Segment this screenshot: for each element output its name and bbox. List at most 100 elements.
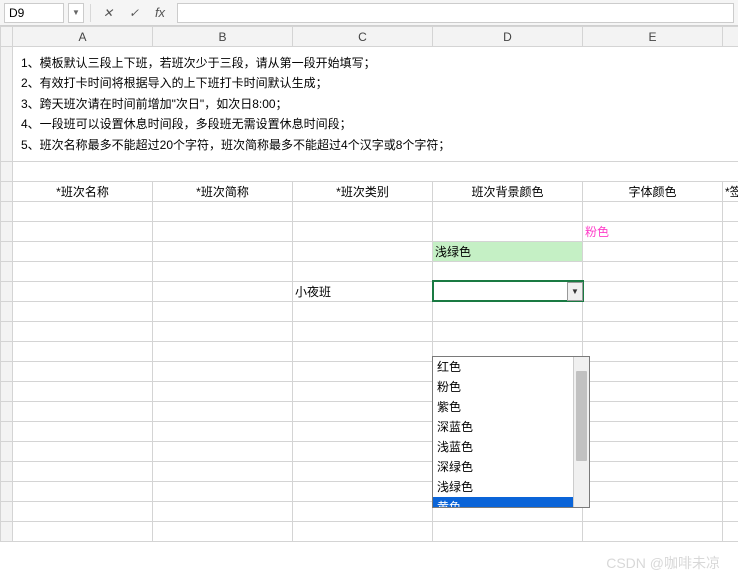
formula-bar[interactable] bbox=[177, 3, 734, 23]
cell[interactable] bbox=[583, 281, 723, 301]
column-header-a[interactable]: A bbox=[13, 27, 153, 47]
row-header[interactable] bbox=[1, 201, 13, 221]
cell[interactable] bbox=[153, 281, 293, 301]
cell[interactable] bbox=[583, 361, 723, 381]
column-header-f[interactable] bbox=[723, 27, 738, 47]
cell[interactable]: 粉色 bbox=[583, 221, 723, 241]
cell[interactable] bbox=[293, 321, 433, 341]
column-header-c[interactable]: C bbox=[293, 27, 433, 47]
row-header[interactable] bbox=[1, 161, 13, 181]
cell[interactable] bbox=[583, 201, 723, 221]
cell[interactable] bbox=[13, 441, 153, 461]
cell[interactable] bbox=[153, 481, 293, 501]
column-header-b[interactable]: B bbox=[153, 27, 293, 47]
dropdown-item[interactable]: 深蓝色 bbox=[433, 417, 573, 437]
row-header[interactable] bbox=[1, 321, 13, 341]
cell[interactable] bbox=[583, 321, 723, 341]
cell[interactable]: 浅绿色 bbox=[433, 241, 583, 261]
row-header[interactable] bbox=[1, 361, 13, 381]
cell[interactable] bbox=[153, 301, 293, 321]
dropdown-item[interactable]: 深绿色 bbox=[433, 457, 573, 477]
row-header[interactable] bbox=[1, 181, 13, 201]
cell[interactable] bbox=[293, 401, 433, 421]
notes-area[interactable]: 1、模板默认三段上下班，若班次少于三段，请从第一段开始填写； 2、有效打卡时间将… bbox=[13, 47, 738, 162]
row-header[interactable] bbox=[1, 521, 13, 541]
dropdown-item[interactable]: 黄色 bbox=[433, 497, 573, 507]
cell[interactable] bbox=[293, 341, 433, 361]
cell[interactable] bbox=[293, 381, 433, 401]
cell[interactable] bbox=[13, 481, 153, 501]
cell[interactable] bbox=[153, 401, 293, 421]
table-header-fontcolor[interactable]: 字体颜色 bbox=[583, 181, 723, 201]
cell[interactable] bbox=[153, 461, 293, 481]
cell[interactable] bbox=[153, 501, 293, 521]
cell[interactable] bbox=[723, 481, 738, 501]
row-header[interactable] bbox=[1, 281, 13, 301]
cell[interactable] bbox=[153, 241, 293, 261]
row-header[interactable] bbox=[1, 301, 13, 321]
cell[interactable] bbox=[723, 381, 738, 401]
cell[interactable] bbox=[723, 421, 738, 441]
cell[interactable] bbox=[13, 381, 153, 401]
cell[interactable] bbox=[293, 201, 433, 221]
row-header[interactable] bbox=[1, 481, 13, 501]
cell[interactable] bbox=[153, 321, 293, 341]
cell[interactable] bbox=[723, 341, 738, 361]
cell[interactable] bbox=[583, 261, 723, 281]
cell[interactable] bbox=[293, 361, 433, 381]
table-header-shortname[interactable]: *班次简称 bbox=[153, 181, 293, 201]
cell[interactable] bbox=[13, 301, 153, 321]
cell[interactable] bbox=[433, 321, 583, 341]
dropdown-item[interactable]: 浅蓝色 bbox=[433, 437, 573, 457]
name-box[interactable]: D9 bbox=[4, 3, 64, 23]
cell[interactable] bbox=[13, 521, 153, 541]
fx-icon[interactable]: fx bbox=[149, 3, 171, 23]
cell[interactable] bbox=[723, 321, 738, 341]
cell[interactable] bbox=[153, 261, 293, 281]
cell[interactable] bbox=[293, 261, 433, 281]
cell[interactable] bbox=[583, 461, 723, 481]
cell[interactable] bbox=[723, 461, 738, 481]
cell[interactable] bbox=[13, 281, 153, 301]
cell[interactable]: 小夜班 bbox=[293, 281, 433, 301]
row-header[interactable] bbox=[1, 241, 13, 261]
cell[interactable] bbox=[723, 201, 738, 221]
cell[interactable] bbox=[433, 521, 583, 541]
select-all-corner[interactable] bbox=[1, 27, 13, 47]
dropdown-item[interactable]: 紫色 bbox=[433, 397, 573, 417]
row-header[interactable] bbox=[1, 341, 13, 361]
cell[interactable] bbox=[153, 421, 293, 441]
cell[interactable] bbox=[13, 501, 153, 521]
column-header-e[interactable]: E bbox=[583, 27, 723, 47]
cell[interactable] bbox=[13, 341, 153, 361]
row-header[interactable] bbox=[1, 261, 13, 281]
cell[interactable] bbox=[13, 261, 153, 281]
cell[interactable] bbox=[293, 501, 433, 521]
cell[interactable] bbox=[293, 521, 433, 541]
cell[interactable] bbox=[153, 441, 293, 461]
cell[interactable] bbox=[433, 201, 583, 221]
cell[interactable] bbox=[153, 341, 293, 361]
cell[interactable] bbox=[433, 301, 583, 321]
cell[interactable] bbox=[583, 501, 723, 521]
cell[interactable] bbox=[13, 461, 153, 481]
cell[interactable] bbox=[153, 521, 293, 541]
cell[interactable] bbox=[723, 441, 738, 461]
cancel-icon[interactable]: ✕ bbox=[97, 3, 119, 23]
table-header-extra[interactable]: *签 bbox=[723, 181, 738, 201]
row-header[interactable] bbox=[1, 381, 13, 401]
dropdown-arrow-icon[interactable]: ▼ bbox=[567, 282, 583, 301]
cell[interactable] bbox=[293, 421, 433, 441]
cell[interactable] bbox=[293, 301, 433, 321]
cell[interactable] bbox=[13, 401, 153, 421]
cell[interactable] bbox=[153, 221, 293, 241]
dropdown-scrollbar[interactable] bbox=[573, 357, 589, 507]
row-header[interactable] bbox=[1, 441, 13, 461]
cell[interactable] bbox=[723, 521, 738, 541]
cell[interactable] bbox=[293, 441, 433, 461]
cell[interactable] bbox=[293, 221, 433, 241]
column-header-d[interactable]: D bbox=[433, 27, 583, 47]
row-header[interactable] bbox=[1, 221, 13, 241]
cell[interactable] bbox=[723, 361, 738, 381]
name-box-dropdown[interactable]: ▼ bbox=[68, 3, 84, 23]
